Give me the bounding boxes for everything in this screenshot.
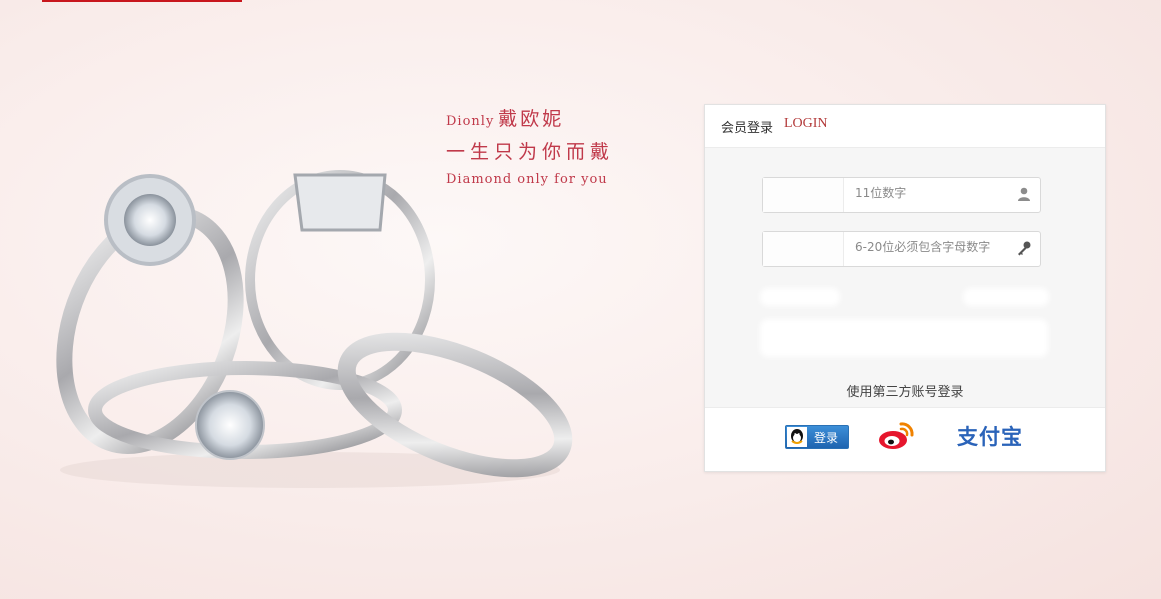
slogan-line-2: 一生只为你而戴 bbox=[446, 141, 615, 163]
weibo-login-button[interactable] bbox=[877, 420, 915, 452]
qq-icon bbox=[787, 427, 807, 447]
brand-name-en: Dionly bbox=[446, 114, 495, 129]
login-header: 会员登录 LOGIN bbox=[705, 105, 1105, 148]
redacted-submit-button[interactable] bbox=[760, 319, 1048, 357]
login-title-en: LOGIN bbox=[784, 116, 828, 131]
qq-login-button[interactable]: 登录 bbox=[785, 425, 849, 449]
phone-input[interactable] bbox=[855, 186, 1007, 200]
redacted-forgot-link[interactable] bbox=[963, 288, 1049, 306]
redacted-remember-option[interactable] bbox=[760, 288, 840, 306]
login-title: 会员登录 bbox=[721, 121, 774, 136]
user-icon bbox=[1018, 187, 1030, 201]
password-field[interactable] bbox=[762, 231, 1041, 267]
third-party-login-bar: 登录 支付宝 bbox=[705, 407, 1105, 471]
rings-image bbox=[56, 170, 573, 488]
alipay-login-button[interactable]: 支付宝 bbox=[957, 421, 1037, 449]
phone-field-label-redacted bbox=[763, 178, 844, 212]
third-party-login-label: 使用第三方账号登录 bbox=[846, 385, 964, 400]
top-accent-bar bbox=[42, 0, 242, 2]
key-icon bbox=[1018, 241, 1031, 256]
redacted-register-link[interactable] bbox=[1035, 121, 1095, 135]
alipay-logo: 支付宝 bbox=[957, 424, 1023, 449]
slogan-line-1: Dionly 戴欧妮 bbox=[446, 104, 614, 131]
phone-field[interactable] bbox=[762, 177, 1041, 213]
password-input[interactable] bbox=[855, 240, 1007, 254]
password-field-label-redacted bbox=[763, 232, 844, 266]
brand-name-cn: 戴欧妮 bbox=[498, 108, 565, 130]
weibo-icon bbox=[879, 422, 914, 449]
login-panel: 会员登录 LOGIN 使用第三方账号登录 bbox=[704, 104, 1106, 472]
qq-login-label: 登录 bbox=[814, 431, 839, 445]
